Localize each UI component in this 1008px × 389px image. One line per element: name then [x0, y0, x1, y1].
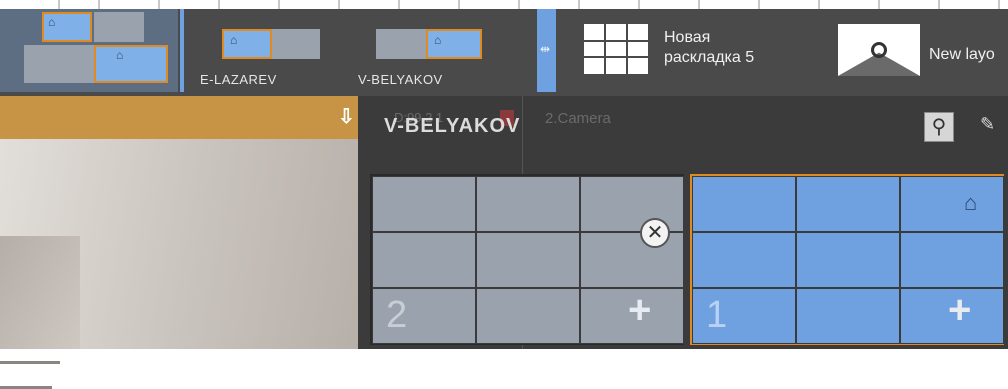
ruler-tick: [758, 0, 760, 9]
ruler-tick: [218, 0, 220, 9]
home-icon: ⌂: [230, 33, 238, 47]
grid-cell: [372, 176, 476, 232]
ruler-tick: [58, 0, 60, 9]
grid-cell: [796, 176, 900, 232]
layout-number: 2: [386, 294, 408, 336]
tab-label: V-BELYAKOV: [358, 72, 443, 87]
ruler-tick: [938, 0, 940, 9]
pin-icon: [871, 42, 887, 58]
new-layout-label[interactable]: Новая раскладка 5: [664, 28, 754, 68]
new-layout-label-line2: раскладка 5: [664, 49, 755, 66]
ruler-tick: [698, 0, 700, 9]
grid-cell: [900, 176, 1004, 232]
layout-cell: [376, 29, 426, 59]
grid-cell: [580, 176, 684, 232]
video-shadow: [0, 236, 80, 349]
resize-icon: ⇹: [540, 42, 551, 56]
ruler-tick: [278, 0, 280, 9]
ruler-tick: [98, 0, 100, 9]
ruler-tick: [338, 0, 340, 9]
grid-cell: [476, 288, 580, 344]
search-button[interactable]: ⚲: [924, 112, 954, 142]
new-layout-label-line1: Новая: [664, 29, 711, 46]
tab-v-belyakov[interactable]: ⌂ V-BELYAKOV: [352, 9, 512, 92]
ruler-tick: [878, 0, 880, 9]
tab-layout-active[interactable]: ⌂ ⌂: [0, 9, 178, 92]
grid-cell: [476, 176, 580, 232]
search-icon: ⚲: [931, 116, 947, 138]
layout-cell: ⌂: [222, 29, 272, 59]
panel-title: V-BELYAKOV: [384, 115, 521, 137]
split-handle[interactable]: ⇹: [537, 9, 556, 92]
close-icon: ✕: [646, 222, 664, 244]
layout-grid-2[interactable]: ✕ 2 +: [370, 174, 684, 345]
layout-cell: ⌂: [94, 45, 168, 83]
ruler-tick: [998, 0, 1000, 9]
tab-label: E-LAZAREV: [200, 72, 277, 87]
camera-ghost-label: 2.Camera: [545, 110, 611, 127]
home-icon: ⌂: [116, 48, 124, 62]
pin-button[interactable]: ✎: [980, 114, 995, 135]
ruler-tick: [638, 0, 640, 9]
grid-cell: [692, 176, 796, 232]
add-icon[interactable]: +: [948, 290, 971, 330]
grid-cell: [796, 288, 900, 344]
ruler-tick: [158, 0, 160, 9]
home-icon: ⌂: [48, 15, 56, 29]
grid-cell: [900, 232, 1004, 288]
video-line: [0, 361, 60, 364]
ruler-tick: [518, 0, 520, 9]
grid-layout-icon[interactable]: [584, 24, 648, 74]
pin-icon: ✎: [980, 114, 996, 134]
grid-line: [584, 40, 648, 42]
arrow-down-icon[interactable]: ⇩: [338, 104, 355, 129]
add-icon[interactable]: +: [628, 290, 651, 330]
grid-line: [584, 56, 648, 58]
top-ruler: [0, 0, 1008, 9]
grid-cell: [476, 232, 580, 288]
grid-line: [604, 24, 606, 74]
layout-cell: [272, 29, 320, 59]
map-layout-icon[interactable]: [838, 24, 920, 76]
layout-grid-1[interactable]: ⌂ 1 +: [690, 174, 1004, 345]
close-button[interactable]: ✕: [640, 218, 670, 248]
home-icon[interactable]: ⌂: [964, 190, 977, 216]
tab-e-lazarev[interactable]: ⌂ E-LAZAREV: [186, 9, 344, 92]
camera-title-bar: [0, 96, 358, 139]
ruler-tick: [398, 0, 400, 9]
grid-line: [626, 24, 628, 74]
new-layout-en-label[interactable]: New layo: [929, 46, 995, 64]
grid-cell: [692, 232, 796, 288]
ruler-tick: [578, 0, 580, 9]
home-icon: ⌂: [434, 33, 442, 47]
layout-number: 1: [706, 294, 728, 336]
layout-cell: [94, 12, 144, 42]
tab-divider: [180, 9, 184, 92]
ruler-tick: [458, 0, 460, 9]
grid-cell: [580, 232, 684, 288]
layout-cell: ⌂: [42, 12, 92, 42]
grid-cell: [796, 232, 900, 288]
ruler-tick: [818, 0, 820, 9]
layout-cell: ⌂: [426, 29, 482, 59]
layout-cell: [24, 45, 94, 83]
grid-cell: [372, 232, 476, 288]
